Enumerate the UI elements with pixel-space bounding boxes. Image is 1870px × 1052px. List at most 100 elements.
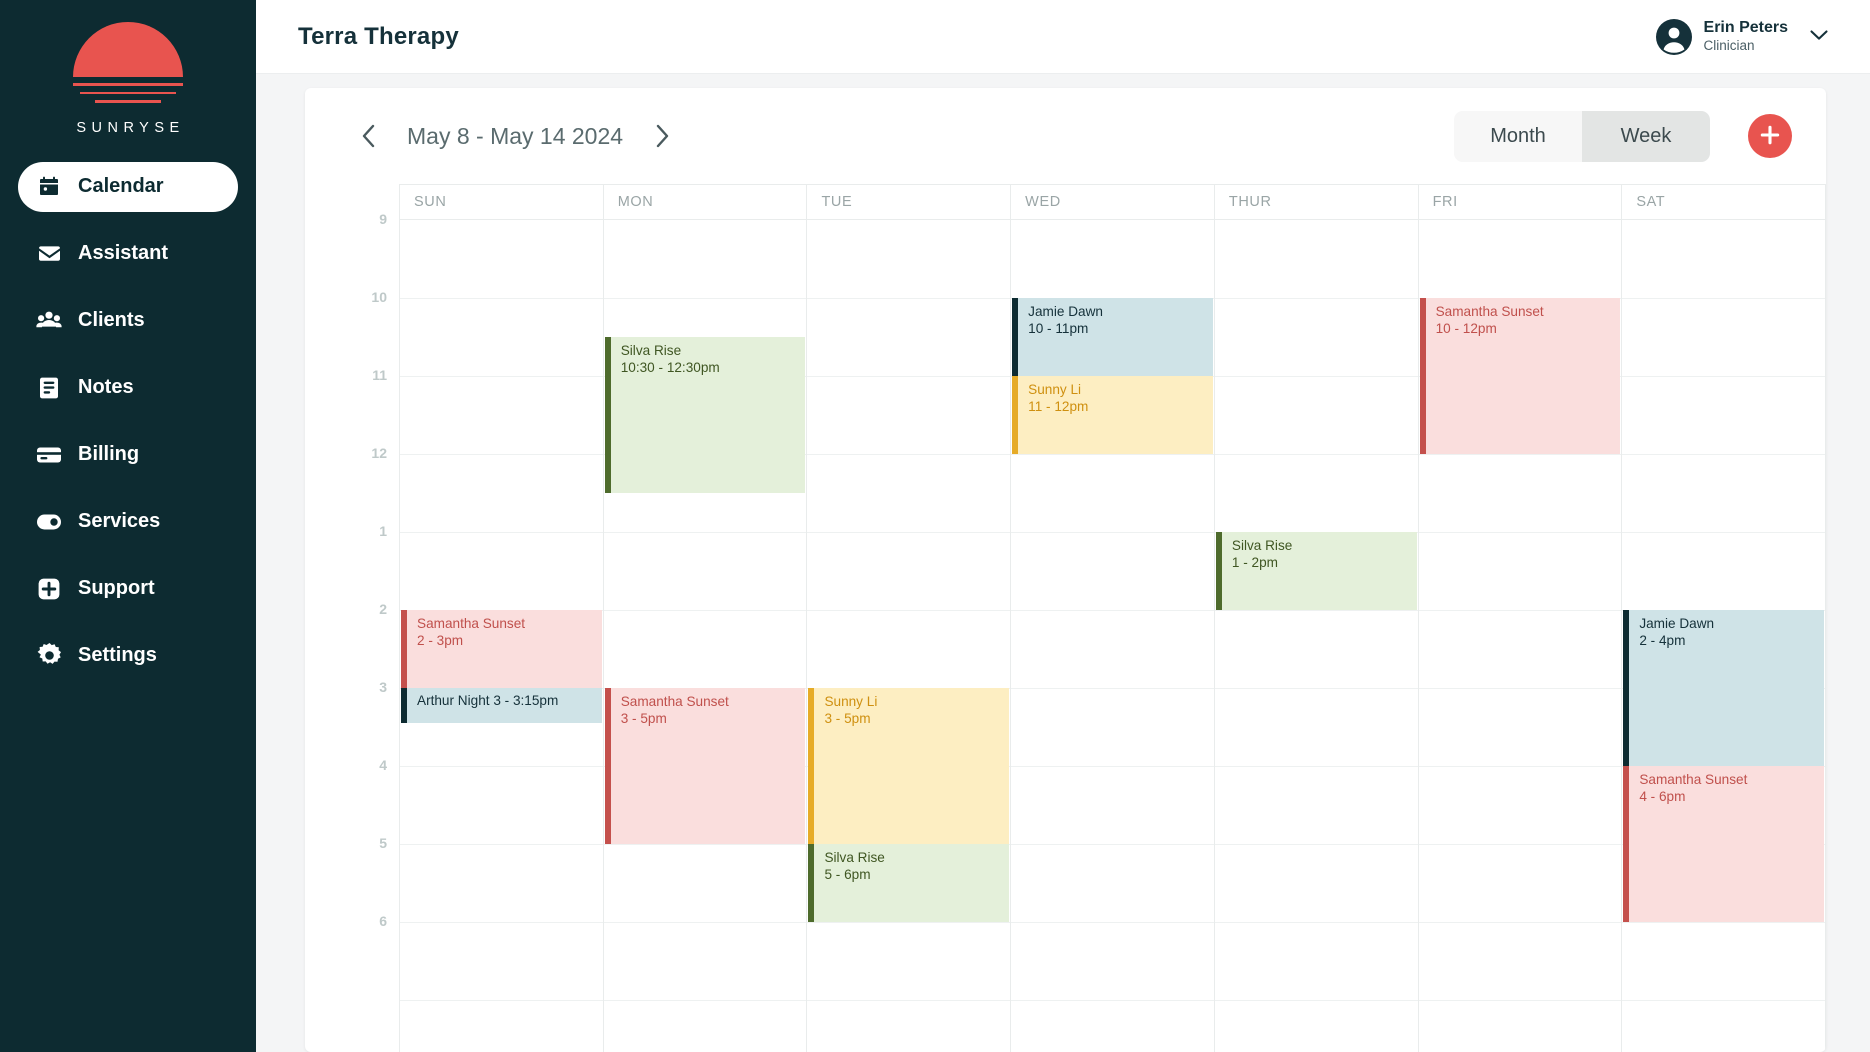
calendar-grid: SUN MON TUE WED THUR FRI SAT Samantha Sunset 2 … xyxy=(399,184,1826,1052)
add-event-button[interactable] xyxy=(1748,114,1792,158)
sidebar-item-assistant[interactable]: Assistant xyxy=(18,229,238,279)
calendar-event[interactable]: Arthur Night 3 - 3:15pm xyxy=(401,688,602,724)
calendar-event[interactable]: Samantha Sunset 2 - 3pm xyxy=(401,610,602,688)
hour-gridline xyxy=(1622,1000,1826,1001)
hour-gridline xyxy=(1418,1000,1622,1001)
envelope-icon xyxy=(36,241,62,267)
prev-week-button[interactable] xyxy=(351,119,385,153)
hour-gridline xyxy=(1011,688,1214,689)
page-title: Terra Therapy xyxy=(298,22,459,50)
calendar-toolbar: May 8 - May 14 2024 Month Week xyxy=(305,88,1826,184)
day-header-sun: SUN xyxy=(400,185,604,220)
calendar-event[interactable]: Silva Rise 1 - 2pm xyxy=(1215,532,1417,610)
sidebar-item-services[interactable]: Services xyxy=(18,497,238,547)
hour-gridline xyxy=(1214,610,1418,611)
event-title: Samantha Sunset xyxy=(1639,772,1748,787)
tag-icon xyxy=(36,509,62,535)
plus-square-icon xyxy=(36,576,62,602)
hour-gridline xyxy=(603,922,807,923)
calendar-event[interactable]: Sunny Li 3 - 5pm xyxy=(808,688,1010,844)
sidebar-item-settings[interactable]: Settings xyxy=(18,631,238,681)
hour-gridline xyxy=(807,532,1011,533)
hour-gridline xyxy=(1011,454,1214,455)
hour-gridline xyxy=(1214,376,1418,377)
calendar-event[interactable]: Jamie Dawn 10 - 11pm xyxy=(1012,298,1213,376)
event-time: 1 - 2pm xyxy=(1231,555,1278,571)
hour-gridline xyxy=(603,298,807,299)
hour-gridline xyxy=(603,610,807,611)
calendar-event[interactable]: Samantha Sunset 3 - 5pm xyxy=(604,688,806,844)
event-title: Arthur Night xyxy=(417,693,490,708)
hour-gridline xyxy=(807,922,1011,923)
event-time: 2 - 4pm xyxy=(1639,633,1686,649)
sidebar-item-billing[interactable]: Billing xyxy=(18,430,238,480)
next-week-button[interactable] xyxy=(645,119,679,153)
top-bar: Terra Therapy Erin Peters Clinician xyxy=(256,0,1870,74)
event-time: 5 - 6pm xyxy=(824,867,871,883)
hour-gridline xyxy=(400,844,603,845)
event-time: 3 - 3:15pm xyxy=(493,693,559,708)
user-menu[interactable]: Erin Peters Clinician xyxy=(1655,18,1828,55)
hour-gridline xyxy=(400,454,603,455)
hour-gridline xyxy=(1418,688,1622,689)
hour-gridline xyxy=(400,1000,603,1001)
brand-logo: SUNRYSE xyxy=(0,22,256,136)
day-column-thur[interactable]: Silva Rise 1 - 2pm xyxy=(1214,220,1419,1052)
day-column-tue[interactable]: Sunny Li 3 - 5pm Silva Rise 5 - 6pm xyxy=(807,220,1012,1052)
calendar-event[interactable]: Sunny Li 11 - 12pm xyxy=(1012,376,1213,454)
hour-gridline xyxy=(1011,1000,1214,1001)
hour-gridline xyxy=(807,298,1011,299)
calendar-event[interactable]: Samantha Sunset 4 - 6pm xyxy=(1623,766,1825,922)
event-title: Samantha Sunset xyxy=(1435,304,1544,319)
hour-gridline xyxy=(1214,922,1418,923)
day-column-mon[interactable]: Silva Rise 10:30 - 12:30pm Samantha Sunset… xyxy=(603,220,808,1052)
day-header-sat: SAT xyxy=(1622,185,1826,220)
sidebar-item-notes[interactable]: Notes xyxy=(18,363,238,413)
logo-line xyxy=(95,100,161,103)
sidebar-item-support[interactable]: Support xyxy=(18,564,238,614)
hour-label: 4 xyxy=(379,757,387,773)
hour-gridline xyxy=(1214,298,1418,299)
hour-gridline xyxy=(1214,1000,1418,1001)
hour-gridline xyxy=(1214,844,1418,845)
calendar-event[interactable]: Silva Rise 5 - 6pm xyxy=(808,844,1010,922)
event-time: 3 - 5pm xyxy=(620,711,667,727)
hour-gridline xyxy=(1418,844,1622,845)
event-title: Silva Rise xyxy=(1231,538,1293,553)
sidebar-item-label: Services xyxy=(78,510,161,532)
day-column-sat[interactable]: Jamie Dawn 2 - 4pm Samantha Sunset 4 - 6pm xyxy=(1622,220,1826,1052)
hour-gridline xyxy=(1622,376,1826,377)
hour-gridline xyxy=(603,532,807,533)
day-column-fri[interactable]: Samantha Sunset 10 - 12pm xyxy=(1418,220,1623,1052)
event-time: 11 - 12pm xyxy=(1028,399,1089,415)
sidebar-item-clients[interactable]: Clients xyxy=(18,296,238,346)
chevron-down-icon[interactable] xyxy=(1810,28,1828,46)
sidebar-item-label: Assistant xyxy=(78,242,169,264)
sidebar-nav: Calendar Assistant Clients Notes Billing Serv… xyxy=(0,161,256,698)
hour-label: 5 xyxy=(379,835,387,851)
calendar-event[interactable]: Silva Rise 10:30 - 12:30pm xyxy=(604,337,806,493)
day-column-sun[interactable]: Samantha Sunset 2 - 3pm Arthur Night 3 - 3… xyxy=(400,220,604,1052)
view-week-button[interactable]: Week xyxy=(1582,110,1710,162)
calendar-body: 9 10 11 12 1 2 3 4 5 6 SUN MON TUE WED THUR FRI SAT Sam… xyxy=(305,184,1826,1052)
calendar-event[interactable]: Samantha Sunset 10 - 12pm xyxy=(1419,298,1621,454)
hour-gridline xyxy=(807,1000,1011,1001)
hour-gridline xyxy=(1418,454,1622,455)
time-gutter: 9 10 11 12 1 2 3 4 5 6 xyxy=(327,184,399,1052)
hour-label: 2 xyxy=(379,601,387,617)
user-role: Clinician xyxy=(1703,38,1755,54)
sidebar-item-calendar[interactable]: Calendar xyxy=(18,161,238,212)
calendar-event[interactable]: Jamie Dawn 2 - 4pm xyxy=(1623,610,1825,766)
content-area: May 8 - May 14 2024 Month Week 9 10 11 1… xyxy=(256,74,1870,1052)
brand-name: SUNRYSE xyxy=(76,119,185,136)
day-column-wed[interactable]: Jamie Dawn 10 - 11pm Sunny Li 11 - 12pm xyxy=(1011,220,1215,1052)
logo-line xyxy=(73,83,183,86)
event-title: Jamie Dawn xyxy=(1028,304,1103,319)
view-month-button[interactable]: Month xyxy=(1454,110,1582,162)
event-time: 10 - 11pm xyxy=(1028,321,1089,337)
sidebar-item-label: Calendar xyxy=(78,175,164,197)
plus-icon xyxy=(1759,124,1781,149)
app-root: SUNRYSE Calendar Assistant Clients Notes Bil… xyxy=(0,0,1870,1052)
hour-gridline xyxy=(603,844,807,845)
hour-gridline xyxy=(1418,532,1622,533)
